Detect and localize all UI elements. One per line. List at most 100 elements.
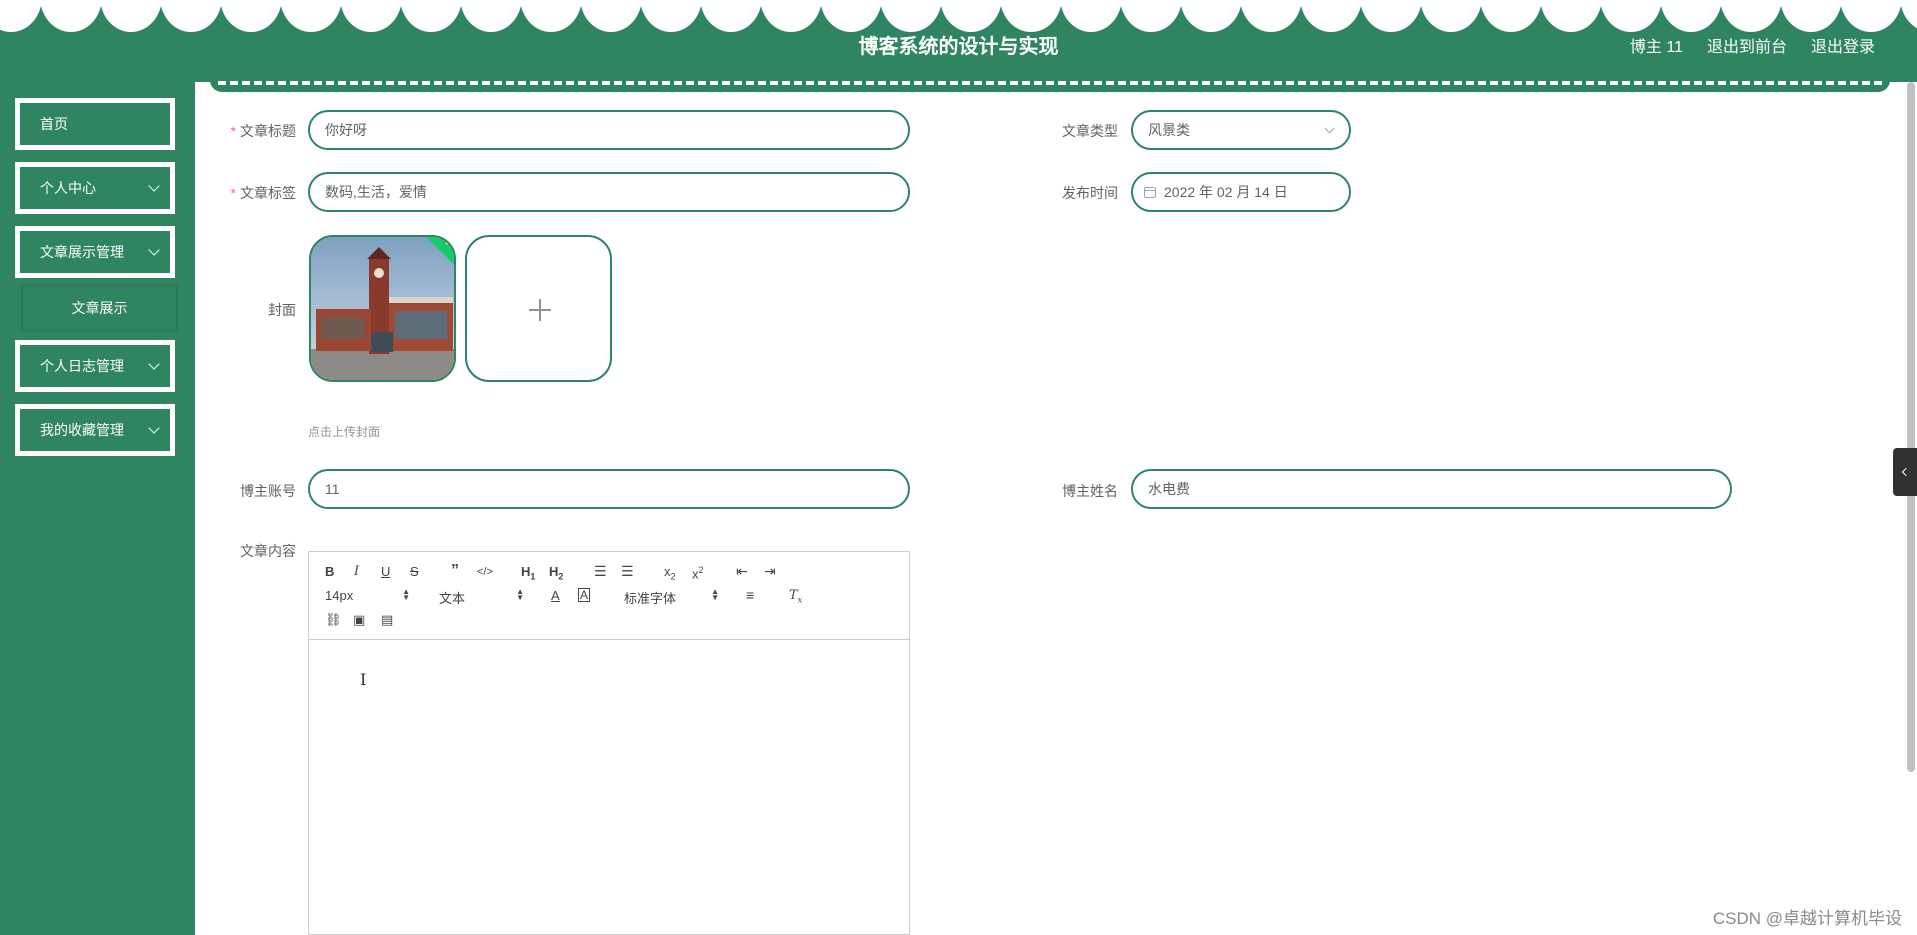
scallop-shape (760, 0, 822, 32)
scallop-shape (640, 0, 702, 32)
chevron-down-icon (148, 422, 160, 434)
sidebar-item-label: 我的收藏管理 (40, 422, 124, 438)
sidebar-subitem-article-display[interactable]: 文章展示 (23, 286, 176, 330)
type-label: 文章类型 (1062, 123, 1118, 139)
content-label: 文章内容 (240, 543, 296, 559)
superscript-button[interactable]: x2 (692, 562, 704, 582)
top-header: 博客系统的设计与实现 博主 11 退出到前台 退出登录 (0, 0, 1917, 82)
indent-icon[interactable]: ⇥ (764, 563, 776, 579)
text-cursor-icon: I (360, 670, 367, 689)
blockquote-icon[interactable]: ” (451, 563, 459, 579)
sidebar-item-home[interactable]: 首页 (15, 98, 175, 150)
scallop-shape (160, 0, 222, 32)
tags-value: 数码,生活，爱情 (325, 184, 427, 200)
name-input[interactable]: 水电费 (1131, 469, 1732, 509)
scallop-shape (0, 0, 42, 32)
scallop-shape (820, 0, 882, 32)
title-label: * 文章标题 (230, 123, 296, 139)
scallop-shape (580, 0, 642, 32)
scallop-shape (700, 0, 762, 32)
cover-label: 封面 (268, 302, 296, 318)
chevron-down-icon (148, 358, 160, 370)
h2-button[interactable]: H2 (549, 564, 563, 585)
title-input[interactable]: 你好呀 (308, 110, 910, 150)
rich-text-editor[interactable]: B I U S ” </> H1 H2 ☰ ☰ x2 x2 ⇤ ⇥ 14px ▲… (308, 551, 910, 935)
font-family-value: 标准字体 (624, 591, 677, 606)
scallop-shape (100, 0, 162, 32)
scallop-shape (1420, 0, 1482, 32)
upload-hint: 点击上传封面 (308, 425, 381, 439)
cover-image[interactable] (309, 235, 456, 382)
tags-input[interactable]: 数码,生活，爱情 (308, 172, 910, 212)
sidebar-item-personal-center[interactable]: 个人中心 (15, 162, 175, 214)
scallop-shape (1540, 0, 1602, 32)
page-scrollbar[interactable] (1907, 82, 1915, 772)
logout-link[interactable]: 退出登录 (1811, 33, 1875, 57)
upload-cover-button[interactable] (465, 235, 612, 382)
type-select[interactable]: 风景类 (1131, 110, 1351, 150)
header-select[interactable]: 文本 ▲ ▼ (439, 588, 524, 607)
publish-time-value: 2022 年 02 月 14 日 (1164, 184, 1288, 200)
scallop-shape (460, 0, 522, 32)
strike-button[interactable]: S (410, 564, 419, 580)
scallop-shape (1780, 0, 1842, 32)
scallop-shape (1300, 0, 1362, 32)
bold-button[interactable]: B (325, 564, 334, 580)
scallop-shape (1720, 0, 1782, 32)
font-family-select[interactable]: 标准字体 ▲ ▼ (624, 588, 719, 607)
code-block-icon[interactable]: </> (477, 564, 493, 580)
type-value: 风景类 (1148, 122, 1190, 138)
clear-format-icon[interactable]: Tx (789, 588, 802, 609)
scallop-shape (1240, 0, 1302, 32)
align-icon[interactable]: ≡ (746, 587, 754, 603)
dashed-divider (210, 76, 1890, 92)
chevron-down-icon (148, 180, 160, 192)
scallop-shape (1060, 0, 1122, 32)
sidebar-item-favorites-management[interactable]: 我的收藏管理 (15, 404, 175, 456)
sidebar-item-label: 文章展示管理 (40, 244, 124, 260)
font-size-select[interactable]: 14px ▲ ▼ (325, 588, 410, 604)
name-value: 水电费 (1148, 481, 1190, 497)
sidebar-item-article-management[interactable]: 文章展示管理 (15, 226, 175, 278)
link-icon[interactable]: ⛓ (325, 612, 342, 628)
font-color-button[interactable]: A (551, 588, 560, 604)
calendar-icon (1144, 186, 1156, 198)
italic-button[interactable]: I (354, 564, 359, 580)
sidebar: 首页 个人中心 文章展示管理 文章展示 个人日志管理 我的收藏管理 (0, 82, 195, 935)
scallop-shape (1600, 0, 1662, 32)
video-icon[interactable]: ▤ (381, 612, 393, 628)
font-size-value: 14px (325, 588, 354, 603)
chevron-left-icon (1901, 467, 1911, 477)
exit-to-front-link[interactable]: 退出到前台 (1707, 33, 1787, 57)
current-user: 博主 11 (1629, 39, 1683, 56)
subscript-button[interactable]: x2 (664, 564, 676, 585)
ordered-list-icon[interactable]: ☰ (594, 563, 607, 579)
chevron-down-icon (148, 244, 160, 256)
account-label: 博主账号 (240, 483, 296, 499)
collapse-panel-tab[interactable] (1893, 448, 1917, 496)
outdent-icon[interactable]: ⇤ (736, 563, 748, 579)
scallop-shape (1660, 0, 1722, 32)
scallop-shape (940, 0, 1002, 32)
publish-time-picker[interactable]: 2022 年 02 月 14 日 (1131, 172, 1351, 212)
account-input[interactable]: 11 (308, 469, 910, 509)
sidebar-item-label: 个人中心 (40, 180, 96, 196)
scallop-shape (520, 0, 582, 32)
sidebar-item-label: 首页 (40, 116, 68, 132)
background-color-button[interactable]: A (578, 588, 591, 602)
scallop-shape (1840, 0, 1902, 32)
scallop-shape (880, 0, 942, 32)
account-value: 11 (325, 481, 340, 497)
header-links: 博主 11 退出到前台 退出登录 (1630, 33, 1875, 57)
sidebar-item-diary-management[interactable]: 个人日志管理 (15, 340, 175, 392)
scallop-shape (280, 0, 342, 32)
image-icon[interactable]: ▣ (353, 612, 365, 628)
underline-button[interactable]: U (381, 564, 390, 580)
scallop-shape (340, 0, 402, 32)
tags-label: * 文章标签 (230, 185, 296, 201)
h1-button[interactable]: H1 (521, 564, 535, 585)
watermark: CSDN @卓越计算机毕设 (1712, 909, 1902, 928)
bullet-list-icon[interactable]: ☰ (621, 563, 634, 579)
sidebar-item-label: 个人日志管理 (40, 358, 124, 374)
building-photo (311, 237, 454, 380)
